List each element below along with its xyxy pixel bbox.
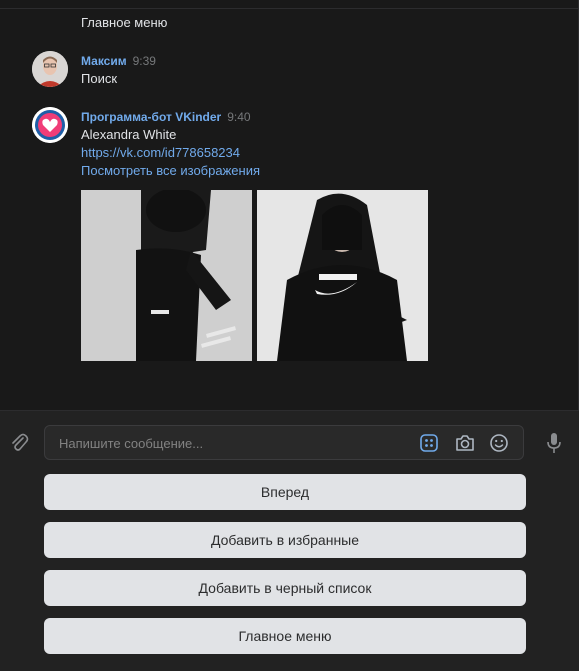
- previous-message-text: Главное меню: [81, 15, 168, 30]
- author-name[interactable]: Максим: [81, 54, 127, 68]
- message-input[interactable]: Напишите сообщение...: [44, 425, 524, 460]
- add-to-blacklist-button[interactable]: Добавить в черный список: [44, 570, 526, 606]
- paperclip-icon[interactable]: [8, 431, 30, 453]
- bot-keyboard-icon[interactable]: [419, 433, 439, 453]
- photo-1[interactable]: [81, 190, 252, 361]
- emoji-icon[interactable]: [488, 433, 510, 453]
- main-menu-button[interactable]: Главное меню: [44, 618, 526, 654]
- user-avatar[interactable]: [32, 51, 68, 87]
- all-photos-link[interactable]: Посмотреть все изображения: [81, 163, 260, 178]
- candidate-name: Alexandra White: [81, 127, 177, 142]
- camera-icon[interactable]: [454, 433, 476, 453]
- user-message-author[interactable]: Максим 9:39: [81, 54, 156, 68]
- message-input-placeholder: Напишите сообщение...: [59, 436, 204, 451]
- author-name[interactable]: Программа-бот VKinder: [81, 110, 221, 124]
- forward-button[interactable]: Вперед: [44, 474, 526, 510]
- microphone-icon[interactable]: [544, 431, 564, 455]
- bot-avatar[interactable]: [32, 107, 68, 143]
- bot-message-author[interactable]: Программа-бот VKinder 9:40: [81, 110, 251, 124]
- message-time: 9:40: [227, 110, 251, 124]
- add-to-favorites-button[interactable]: Добавить в избранные: [44, 522, 526, 558]
- composer-panel: Напишите сообщение... Вперед Добавить в …: [0, 410, 579, 671]
- chat-history: Главное меню Максим 9:39 Поиск Программа-…: [0, 0, 579, 410]
- profile-link[interactable]: https://vk.com/id778658234: [81, 145, 240, 160]
- divider: [0, 8, 579, 9]
- photo-2[interactable]: [257, 190, 428, 361]
- user-message-text: Поиск: [81, 71, 118, 86]
- message-time: 9:39: [132, 54, 156, 68]
